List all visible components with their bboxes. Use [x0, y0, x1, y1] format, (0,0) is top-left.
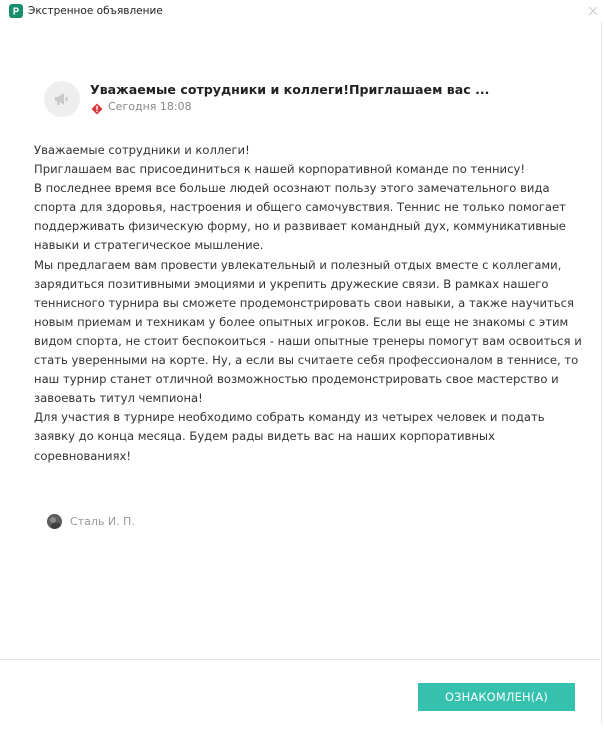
title-bar: Экстренное объявление	[0, 0, 604, 22]
window-title: Экстренное объявление	[28, 5, 163, 17]
post-body: Уважаемые сотрудники и коллеги! Приглаша…	[34, 141, 586, 466]
app-logo-icon	[9, 4, 23, 18]
announcement-window: Экстренное объявление Уважаемые сотрудни…	[0, 0, 604, 729]
megaphone-icon	[44, 81, 80, 117]
body-paragraph: В последнее время все больше людей осозн…	[34, 181, 566, 253]
body-paragraph: Уважаемые сотрудники и коллеги!	[34, 143, 250, 157]
urgent-diamond-icon	[91, 100, 103, 115]
avatar	[47, 514, 62, 529]
body-paragraph: Мы предлагаем вам провести увлекательный…	[34, 257, 582, 406]
post-header: Уважаемые сотрудники и коллеги!Приглашае…	[44, 81, 574, 121]
post-timestamp: Сегодня 18:08	[108, 100, 192, 113]
body-paragraph: Для участия в турнире необходимо собрать…	[34, 410, 545, 463]
close-icon[interactable]	[586, 3, 600, 17]
body-paragraph: Приглашаем вас присоединиться к нашей ко…	[34, 162, 525, 177]
author-name: Сталь И. П.	[70, 515, 135, 528]
footer-divider	[0, 659, 600, 660]
window-border	[601, 22, 602, 724]
post-title: Уважаемые сотрудники и коллеги!Приглашае…	[90, 82, 490, 97]
acknowledge-button[interactable]: ОЗНАКОМЛЕН(А)	[418, 683, 575, 711]
